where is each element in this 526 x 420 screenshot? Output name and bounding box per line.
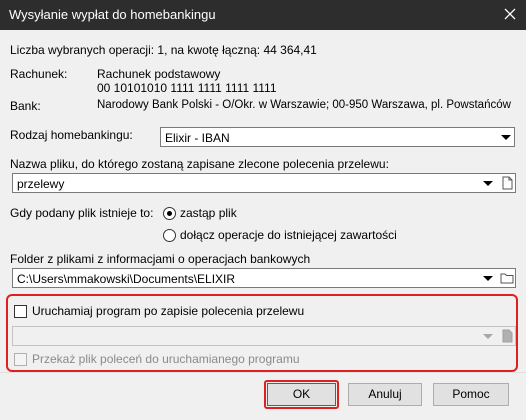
folder-icon[interactable] — [500, 271, 514, 285]
pass-file-label: Przekaż plik poleceń do uruchamianego pr… — [32, 352, 300, 366]
chevron-down-icon[interactable] — [483, 181, 493, 186]
close-icon[interactable] — [502, 6, 518, 22]
folder-value: C:\Users\mmakowski\Documents\ELIXIR — [17, 272, 236, 286]
folder-combobox[interactable]: C:\Users\mmakowski\Documents\ELIXIR — [12, 268, 516, 288]
ok-button[interactable]: OK — [267, 383, 336, 406]
append-file-label: dołącz operacje do istniejącej zawartośc… — [180, 228, 397, 242]
help-button[interactable]: Pomoc — [433, 383, 509, 406]
run-program-label: Uruchamiaj program po zapisie polecenia … — [32, 304, 305, 318]
filename-value: przelewy — [17, 177, 65, 191]
file-icon[interactable] — [500, 176, 514, 190]
homebanking-label: Rodzaj homebankingu: — [10, 128, 133, 142]
homebanking-select[interactable]: Elixir - IBAN — [160, 127, 515, 147]
file-icon[interactable] — [500, 329, 514, 343]
bank-label: Bank: — [10, 99, 41, 113]
selection-summary: Liczba wybranych operacji: 1, na kwotę ł… — [10, 43, 317, 57]
chevron-down-icon[interactable] — [501, 135, 511, 140]
bank-value: Narodowy Bank Polski - O/Okr. w Warszawi… — [97, 99, 511, 111]
cancel-button[interactable]: Anuluj — [348, 383, 422, 406]
append-file-radio[interactable] — [163, 229, 176, 242]
filename-combobox[interactable]: przelewy — [12, 173, 516, 193]
window-title: Wysyłanie wypłat do homebankingu — [9, 7, 216, 22]
chevron-down-icon[interactable] — [483, 276, 493, 281]
account-number: 00 10101010 1111 1111 1111 1111 — [97, 81, 277, 95]
filename-label: Nazwa pliku, do którego zostaną zapisane… — [10, 157, 389, 171]
replace-file-radio[interactable] — [163, 207, 176, 220]
program-path-combobox[interactable] — [12, 326, 516, 346]
account-name: Rachunek podstawowy — [97, 67, 221, 81]
title-bar: Wysyłanie wypłat do homebankingu — [0, 0, 526, 30]
replace-file-label: zastąp plik — [180, 206, 237, 220]
account-label: Rachunek: — [10, 67, 68, 81]
run-program-checkbox[interactable] — [14, 305, 27, 318]
pass-file-checkbox[interactable] — [14, 353, 27, 366]
folder-label: Folder z plikami z informacjami o operac… — [10, 252, 311, 266]
homebanking-selected-value: Elixir - IBAN — [165, 131, 230, 145]
footer-divider — [0, 372, 526, 373]
chevron-down-icon[interactable] — [483, 334, 493, 339]
file-exists-label: Gdy podany plik istnieje to: — [10, 206, 154, 220]
